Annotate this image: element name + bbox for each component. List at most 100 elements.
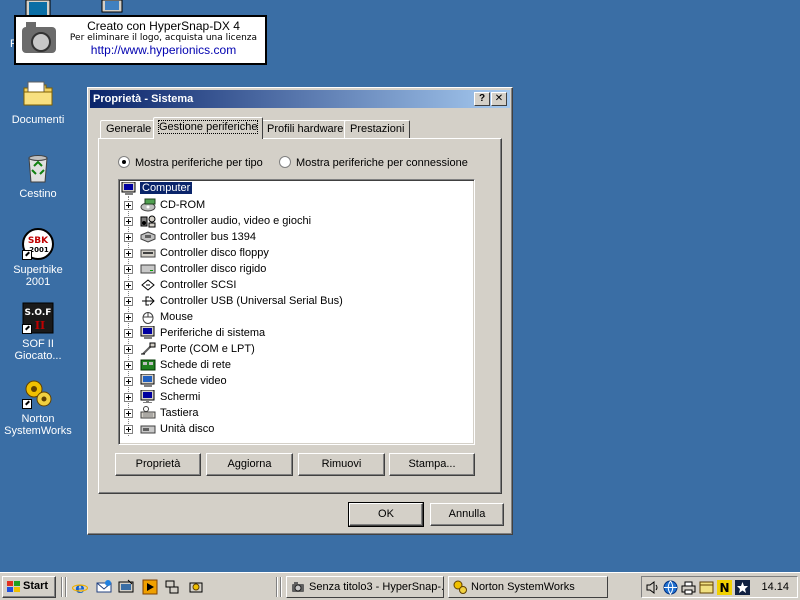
tree-device-item[interactable]: Schede di rete <box>124 357 464 373</box>
expand-plus-icon[interactable] <box>124 377 133 386</box>
tree-device-item[interactable]: Unità disco <box>124 421 464 437</box>
start-label: Start <box>23 580 49 592</box>
device-tree[interactable]: Computer CD-ROM Controller audio, video e… <box>118 179 475 445</box>
properties-button[interactable]: Proprietà <box>115 453 201 476</box>
printer-icon[interactable] <box>681 580 696 595</box>
radio-selected-icon <box>118 156 130 168</box>
close-button[interactable]: ✕ <box>491 92 507 106</box>
task-label: Norton SystemWorks <box>471 581 575 593</box>
ok-button[interactable]: OK <box>348 502 424 527</box>
tree-device-item[interactable]: Controller SCSI <box>124 277 464 293</box>
task-button-hypersnap[interactable]: Senza titolo3 - HyperSnap-... <box>286 576 444 598</box>
antivirus-icon[interactable] <box>735 580 750 595</box>
radio-by-type[interactable]: Mostra periferiche per tipo <box>118 156 263 169</box>
usb-icon <box>140 294 156 308</box>
tree-device-item[interactable]: CD-ROM <box>124 197 464 213</box>
scsi-controller-icon <box>140 278 156 292</box>
expand-plus-icon[interactable] <box>124 233 133 242</box>
tab-prestazioni[interactable]: Prestazioni <box>344 120 411 138</box>
help-button[interactable]: ? <box>474 92 490 106</box>
tree-device-item[interactable]: Tastiera <box>124 405 464 421</box>
tree-device-item[interactable]: Mouse <box>124 309 464 325</box>
device-manager-panel: Mostra periferiche per tipo Mostra perif… <box>98 138 502 494</box>
norton-n-icon[interactable]: N <box>717 580 732 595</box>
recycle-bin-icon <box>22 152 54 184</box>
radio-by-connection[interactable]: Mostra periferiche per connessione <box>279 156 468 169</box>
scheduler-icon[interactable] <box>699 580 714 595</box>
desktop-icon-sof[interactable]: S.O.F II SOF II Giocato... <box>0 302 76 362</box>
tree-device-item[interactable]: Schede video <box>124 373 464 389</box>
network-globe-icon[interactable] <box>663 580 678 595</box>
tab-profili-hardware[interactable]: Profili hardware <box>261 120 350 138</box>
network-tool-icon[interactable] <box>164 579 180 595</box>
tab-gestione-periferiche[interactable]: Gestione periferiche <box>153 117 264 139</box>
tree-device-label: Controller disco rigido <box>160 263 267 275</box>
disk-drive-icon <box>140 422 156 436</box>
shortcut-arrow-icon <box>22 250 32 260</box>
tree-device-label: Controller USB (Universal Serial Bus) <box>160 295 343 307</box>
task-button-norton[interactable]: Norton SystemWorks <box>448 576 608 598</box>
utility-icon[interactable] <box>188 579 204 595</box>
tab-generale[interactable]: Generale <box>100 120 158 138</box>
tree-device-item[interactable]: Controller USB (Universal Serial Bus) <box>124 293 464 309</box>
computer-icon <box>121 181 137 196</box>
expand-plus-icon[interactable] <box>124 329 133 338</box>
folder-icon <box>22 78 54 110</box>
expand-plus-icon[interactable] <box>124 201 133 210</box>
clock[interactable]: 14.14 <box>761 581 789 593</box>
tree-device-item[interactable]: Controller bus 1394 <box>124 229 464 245</box>
print-button[interactable]: Stampa... <box>389 453 475 476</box>
superbike-icon: SBK 2001 <box>22 228 54 260</box>
remove-button[interactable]: Rimuovi <box>298 453 385 476</box>
taskbar: Start e Senza titolo3 - HyperSnap-... No… <box>0 572 800 600</box>
tab-label: Profili hardware <box>267 123 344 135</box>
svg-text:S.O.F: S.O.F <box>25 308 52 318</box>
tree-root[interactable]: Computer <box>121 181 321 197</box>
expand-plus-icon[interactable] <box>124 409 133 418</box>
camera-icon <box>22 22 56 53</box>
expand-plus-icon[interactable] <box>124 425 133 434</box>
expand-plus-icon[interactable] <box>124 361 133 370</box>
tree-device-item[interactable]: Periferiche di sistema <box>124 325 464 341</box>
tree-device-item[interactable]: Controller disco rigido <box>124 261 464 277</box>
expand-plus-icon[interactable] <box>124 249 133 258</box>
watermark-link[interactable]: http://www.hyperionics.com <box>66 43 261 57</box>
refresh-button[interactable]: Aggiorna <box>206 453 293 476</box>
expand-plus-icon[interactable] <box>124 393 133 402</box>
floppy-controller-icon <box>140 246 156 260</box>
watermark-line-1: Creato con HyperSnap-DX 4 <box>87 19 240 33</box>
tree-device-item[interactable]: Porte (COM e LPT) <box>124 341 464 357</box>
desktop-icon-partial-2[interactable] <box>94 0 128 14</box>
monitor-icon <box>140 389 156 404</box>
expand-plus-icon[interactable] <box>124 281 133 290</box>
taskbar-separator <box>61 577 63 597</box>
desktop-icon-cestino[interactable]: Cestino <box>0 152 76 200</box>
expand-plus-icon[interactable] <box>124 265 133 274</box>
expand-plus-icon[interactable] <box>124 345 133 354</box>
tree-device-item[interactable]: Controller disco floppy <box>124 245 464 261</box>
start-button[interactable]: Start <box>2 576 56 598</box>
expand-plus-icon[interactable] <box>124 313 133 322</box>
taskbar-separator <box>65 577 67 597</box>
tree-device-item[interactable]: Schermi <box>124 389 464 405</box>
desktop-icon-documenti[interactable]: Documenti <box>0 78 76 126</box>
volume-icon[interactable] <box>645 580 660 595</box>
tree-device-item[interactable]: Controller audio, video e giochi <box>124 213 464 229</box>
expand-plus-icon[interactable] <box>124 217 133 226</box>
desktop-icon-norton[interactable]: Norton SystemWorks <box>0 377 76 437</box>
dialog-titlebar[interactable]: Proprietà - Sistema ? ✕ <box>90 90 510 108</box>
internet-explorer-icon[interactable]: e <box>71 579 89 597</box>
svg-text:II: II <box>35 319 45 332</box>
desktop-icon-superbike[interactable]: SBK 2001 Superbike 2001 <box>0 228 76 288</box>
desktop-icon-label: SOF II Giocato... <box>14 338 62 362</box>
media-player-icon[interactable] <box>142 579 158 595</box>
norton-icon <box>453 580 467 594</box>
taskbar-separator <box>276 577 278 597</box>
tree-device-label: Porte (COM e LPT) <box>160 343 255 355</box>
show-desktop-icon[interactable] <box>118 579 134 595</box>
taskbar-separator <box>280 577 282 597</box>
outlook-express-icon[interactable] <box>96 579 112 595</box>
task-label: Senza titolo3 - HyperSnap-... <box>309 581 444 593</box>
cancel-button[interactable]: Annulla <box>430 503 504 526</box>
expand-plus-icon[interactable] <box>124 297 133 306</box>
